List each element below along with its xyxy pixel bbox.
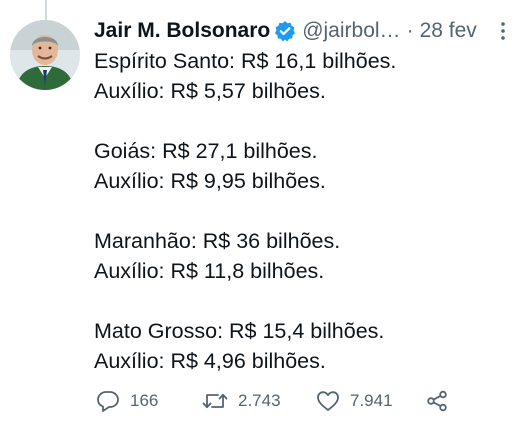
verified-badge-icon [274, 20, 296, 42]
like-button[interactable]: 7.941 [316, 390, 426, 412]
author-handle[interactable]: @jairbol… [302, 19, 400, 43]
separator-dot: · [406, 19, 414, 42]
tweet-timestamp[interactable]: 28 fev [420, 19, 477, 43]
share-button[interactable] [426, 390, 448, 412]
reply-button[interactable]: 166 [96, 390, 202, 412]
tweet-line: Auxílio: R$ 4,96 bilhões. [94, 349, 326, 373]
tweet-actions-bar: 166 2.743 7.941 [96, 386, 460, 416]
author-name[interactable]: Jair M. Bolsonaro [94, 19, 270, 43]
more-options-icon[interactable] [494, 21, 512, 41]
retweet-count: 2.743 [238, 391, 281, 410]
tweet-line: Auxílio: R$ 11,8 bilhões. [94, 259, 325, 283]
tweet-line: Mato Grosso: R$ 15,4 bilhões. [94, 319, 385, 343]
like-count: 7.941 [350, 391, 393, 410]
profile-photo-icon [10, 20, 80, 90]
thread-connector-line [45, 0, 47, 20]
avatar[interactable] [10, 20, 80, 90]
tweet-line: Auxílio: R$ 9,95 bilhões. [94, 169, 326, 193]
share-icon [427, 390, 447, 412]
tweet-line: Maranhão: R$ 36 bilhões. [94, 229, 341, 253]
retweet-icon [202, 393, 228, 409]
tweet-line: Espírito Santo: R$ 16,1 bilhões. [94, 49, 397, 73]
tweet-line: Goiás: R$ 27,1 bilhões. [94, 139, 318, 163]
retweet-button[interactable]: 2.743 [202, 390, 316, 412]
reply-count: 166 [130, 391, 159, 410]
tweet-text: Espírito Santo: R$ 16,1 bilhões. Auxílio… [94, 46, 512, 376]
reply-icon [97, 391, 119, 412]
heart-icon [317, 391, 339, 411]
tweet-header: Jair M. Bolsonaro @jairbol… · 28 fev [94, 14, 512, 48]
tweet-line: Auxílio: R$ 5,57 bilhões. [94, 79, 326, 103]
